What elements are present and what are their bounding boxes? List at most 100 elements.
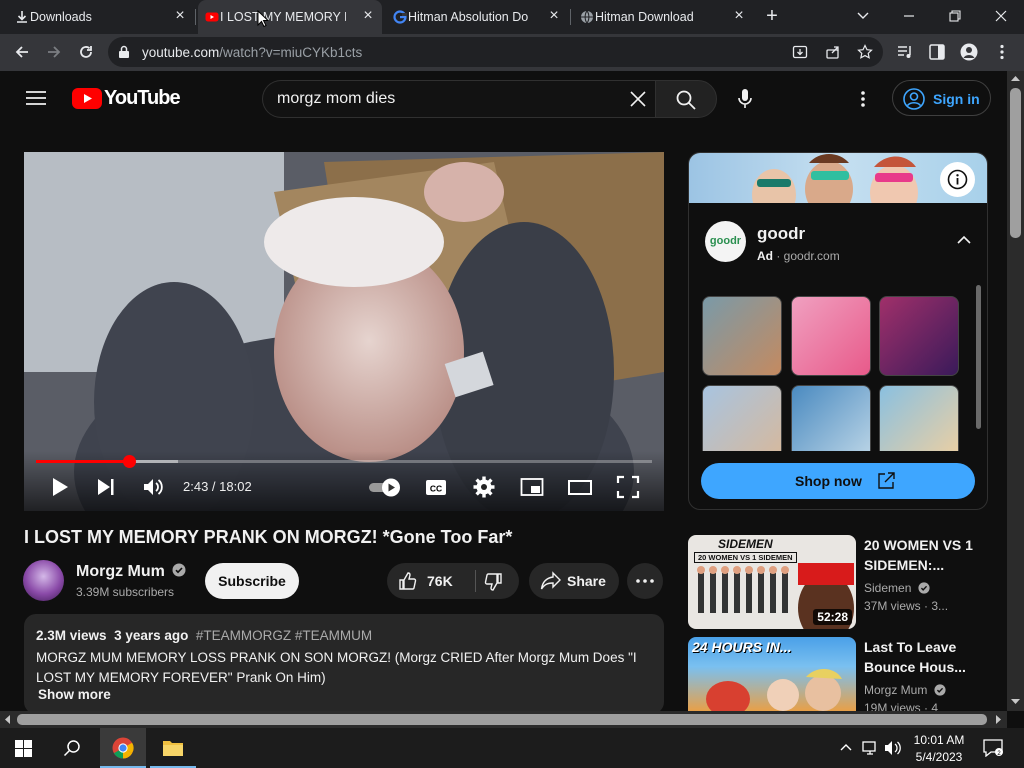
install-app-icon[interactable] (792, 44, 808, 60)
video-player[interactable]: 2:43 / 18:02 CC (24, 152, 664, 511)
horizontal-scroll-thumb[interactable] (17, 714, 987, 725)
channel-name[interactable]: Morgz Mum (76, 563, 186, 581)
volume-icon[interactable] (141, 475, 165, 499)
like-button[interactable]: 76K (387, 563, 474, 599)
ad-info-button[interactable] (940, 162, 975, 197)
ad-product-image[interactable] (791, 385, 871, 451)
close-tab-icon[interactable]: × (360, 8, 376, 24)
sign-in-label: Sign in (933, 91, 980, 107)
search-input[interactable] (277, 90, 607, 108)
taskbar-search-icon[interactable] (63, 739, 81, 757)
clear-search-icon[interactable] (630, 91, 646, 107)
vertical-scrollbar[interactable] (1007, 71, 1024, 711)
collapse-chevron-icon[interactable] (957, 235, 971, 244)
voice-search-button[interactable] (727, 81, 763, 117)
browser-menu-icon[interactable] (993, 43, 1011, 61)
shop-now-button[interactable]: Shop now (701, 463, 975, 499)
windows-start-icon[interactable] (15, 740, 32, 757)
scroll-up-icon[interactable] (1011, 75, 1020, 81)
subscribe-button[interactable]: Subscribe (205, 563, 299, 599)
ad-product-image[interactable] (702, 296, 782, 376)
share-page-icon[interactable] (825, 44, 841, 60)
back-arrow-icon[interactable] (10, 40, 34, 64)
lock-icon[interactable] (118, 45, 130, 59)
scroll-down-icon[interactable] (1011, 699, 1020, 705)
speaker-icon[interactable] (884, 740, 902, 756)
side-panel-icon[interactable] (928, 43, 946, 61)
recommended-channel[interactable]: Sidemen (864, 581, 930, 595)
recommended-thumbnail[interactable]: SIDEMEN 20 WOMEN VS 1 SIDEMEN 52:28 (688, 535, 856, 629)
ad-grid-scrollbar[interactable] (976, 285, 981, 429)
address-bar[interactable]: youtube.com/watch?v=miuCYKb1cts (108, 37, 883, 67)
network-icon[interactable] (862, 740, 880, 756)
like-dislike-group: 76K (387, 563, 519, 599)
recommended-thumbnail[interactable]: 24 HOURS IN... (688, 637, 856, 711)
more-actions-button[interactable] (627, 563, 663, 599)
hamburger-menu-icon[interactable] (26, 90, 46, 106)
settings-gear-icon[interactable] (472, 475, 496, 499)
scroll-right-icon[interactable] (996, 715, 1002, 724)
fullscreen-icon[interactable] (616, 475, 640, 499)
restore-icon[interactable] (933, 0, 977, 32)
ad-panel: goodr goodr Ad · goodr.com Shop now (688, 152, 988, 510)
tab-hitman-absolution[interactable]: Hitman Absolution Do × (386, 0, 568, 34)
advertiser-name[interactable]: goodr (757, 224, 805, 244)
tab-hitman-download[interactable]: Hitman Download × (573, 0, 753, 34)
taskbar-date[interactable]: 5/4/2023 (908, 750, 970, 764)
play-icon[interactable] (47, 475, 71, 499)
close-tab-icon[interactable]: × (172, 8, 188, 24)
close-window-icon[interactable] (979, 0, 1023, 32)
description-box[interactable]: 2.3M views 3 years ago #TEAMMORGZ #TEAMM… (24, 614, 664, 714)
channel-avatar[interactable] (23, 560, 64, 601)
miniplayer-icon[interactable] (520, 475, 544, 499)
new-tab-button[interactable]: + (755, 0, 789, 32)
forward-arrow-icon[interactable] (42, 40, 66, 64)
taskbar-time[interactable]: 10:01 AM (908, 733, 970, 747)
profile-icon[interactable] (960, 43, 978, 61)
browser-toolbar: youtube.com/watch?v=miuCYKb1cts (0, 34, 1024, 71)
ad-banner-image[interactable] (689, 153, 987, 203)
ad-product-image[interactable] (702, 385, 782, 451)
scroll-left-icon[interactable] (4, 715, 10, 724)
ad-product-image[interactable] (879, 385, 959, 451)
close-tab-icon[interactable]: × (546, 8, 562, 24)
ad-product-image[interactable] (879, 296, 959, 376)
progress-played (36, 460, 130, 463)
tab-separator (570, 9, 571, 25)
tab-downloads[interactable]: Downloads × (8, 0, 194, 34)
vertical-scroll-thumb[interactable] (1010, 88, 1021, 238)
tab-youtube-video[interactable]: I LOST MY MEMORY PR × (198, 0, 382, 34)
dislike-button[interactable] (476, 563, 519, 599)
taskbar-chrome[interactable] (100, 728, 146, 768)
next-video-icon[interactable] (94, 475, 118, 499)
thumbnail-caption: 20 WOMEN VS 1 SIDEMEN (694, 552, 797, 563)
progress-bar[interactable] (36, 455, 652, 468)
advertiser-logo[interactable]: goodr (705, 221, 746, 262)
horizontal-scrollbar[interactable] (0, 711, 1007, 728)
recommended-title[interactable]: Last To Leave Bounce Hous... (864, 637, 994, 677)
notifications-icon[interactable]: 2 (983, 739, 1003, 757)
minimize-icon[interactable] (887, 0, 931, 32)
autoplay-toggle-icon[interactable] (368, 475, 402, 499)
closed-captions-icon[interactable]: CC (424, 475, 448, 499)
ad-product-image[interactable] (791, 296, 871, 376)
taskbar-file-explorer[interactable] (150, 728, 196, 768)
bookmark-star-icon[interactable] (857, 44, 873, 60)
recommended-channel[interactable]: Morgz Mum (864, 683, 946, 697)
progress-scrubber[interactable] (123, 455, 137, 468)
upload-age: 3 years ago (114, 628, 189, 643)
recommended-title[interactable]: 20 WOMEN VS 1 SIDEMEN:... (864, 535, 994, 575)
theater-mode-icon[interactable] (568, 475, 592, 499)
close-tab-icon[interactable]: × (731, 8, 747, 24)
show-hidden-icons-icon[interactable] (840, 743, 852, 751)
sign-in-button[interactable]: Sign in (892, 80, 991, 116)
search-box[interactable] (262, 80, 655, 118)
media-controls-icon[interactable] (896, 43, 914, 61)
tab-search-icon[interactable] (841, 0, 885, 32)
share-button[interactable]: Share (529, 563, 619, 599)
search-button[interactable] (655, 80, 717, 118)
settings-menu-icon[interactable] (860, 90, 866, 108)
show-more-button[interactable]: Show more (38, 687, 111, 702)
reload-icon[interactable] (74, 40, 98, 64)
hashtags[interactable]: #TEAMMORGZ #TEAMMUM (196, 628, 372, 643)
